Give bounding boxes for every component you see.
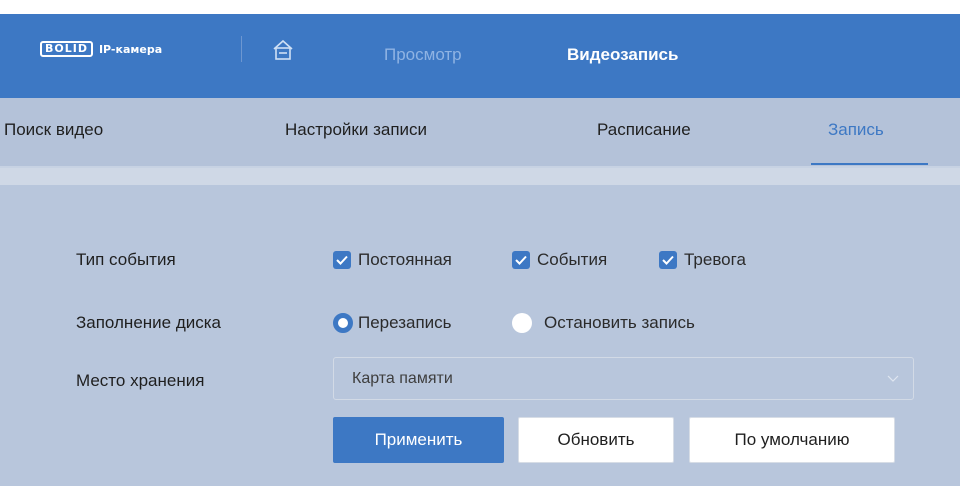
top-strip	[0, 0, 960, 14]
nav-preview[interactable]: Просмотр	[384, 45, 462, 65]
checkbox-alarm-label[interactable]: Тревога	[684, 250, 746, 270]
tab-record[interactable]: Запись	[828, 120, 884, 140]
radio-overwrite[interactable]	[333, 313, 353, 333]
storage-select-value: Карта памяти	[352, 370, 453, 387]
brand: BOLID IP-камера	[40, 41, 162, 57]
brand-text: IP-камера	[98, 42, 163, 56]
brand-logo: BOLID	[40, 41, 93, 57]
content-gap	[0, 168, 960, 185]
radio-overwrite-label[interactable]: Перезапись	[358, 313, 452, 333]
checkbox-alarm[interactable]	[659, 251, 677, 269]
tab-schedule[interactable]: Расписание	[597, 120, 691, 140]
event-type-label: Тип события	[76, 250, 176, 269]
radio-stop-recording[interactable]	[512, 313, 532, 333]
check-icon	[515, 255, 527, 265]
disk-full-label: Заполнение диска	[76, 313, 222, 332]
checkbox-events[interactable]	[512, 251, 530, 269]
apply-button[interactable]: Применить	[333, 417, 504, 463]
radio-stop-recording-label[interactable]: Остановить запись	[544, 313, 695, 333]
nav-recording[interactable]: Видеозапись	[567, 45, 678, 65]
storage-label: Место хранения	[76, 371, 205, 390]
tab-video-search[interactable]: Поиск видео	[4, 120, 103, 140]
check-icon	[662, 255, 674, 265]
check-icon	[336, 255, 348, 265]
active-tab-underline	[811, 163, 928, 165]
tab-record-settings[interactable]: Настройки записи	[285, 120, 427, 140]
refresh-button[interactable]: Обновить	[518, 417, 674, 463]
header-divider	[241, 36, 242, 62]
checkbox-continuous[interactable]	[333, 251, 351, 269]
home-icon[interactable]	[272, 38, 294, 62]
checkbox-continuous-label[interactable]: Постоянная	[358, 250, 452, 270]
chevron-down-icon	[887, 375, 899, 382]
checkbox-events-label[interactable]: События	[537, 250, 607, 270]
storage-select[interactable]: Карта памяти	[333, 357, 914, 400]
sub-nav	[0, 98, 960, 166]
default-button[interactable]: По умолчанию	[689, 417, 895, 463]
